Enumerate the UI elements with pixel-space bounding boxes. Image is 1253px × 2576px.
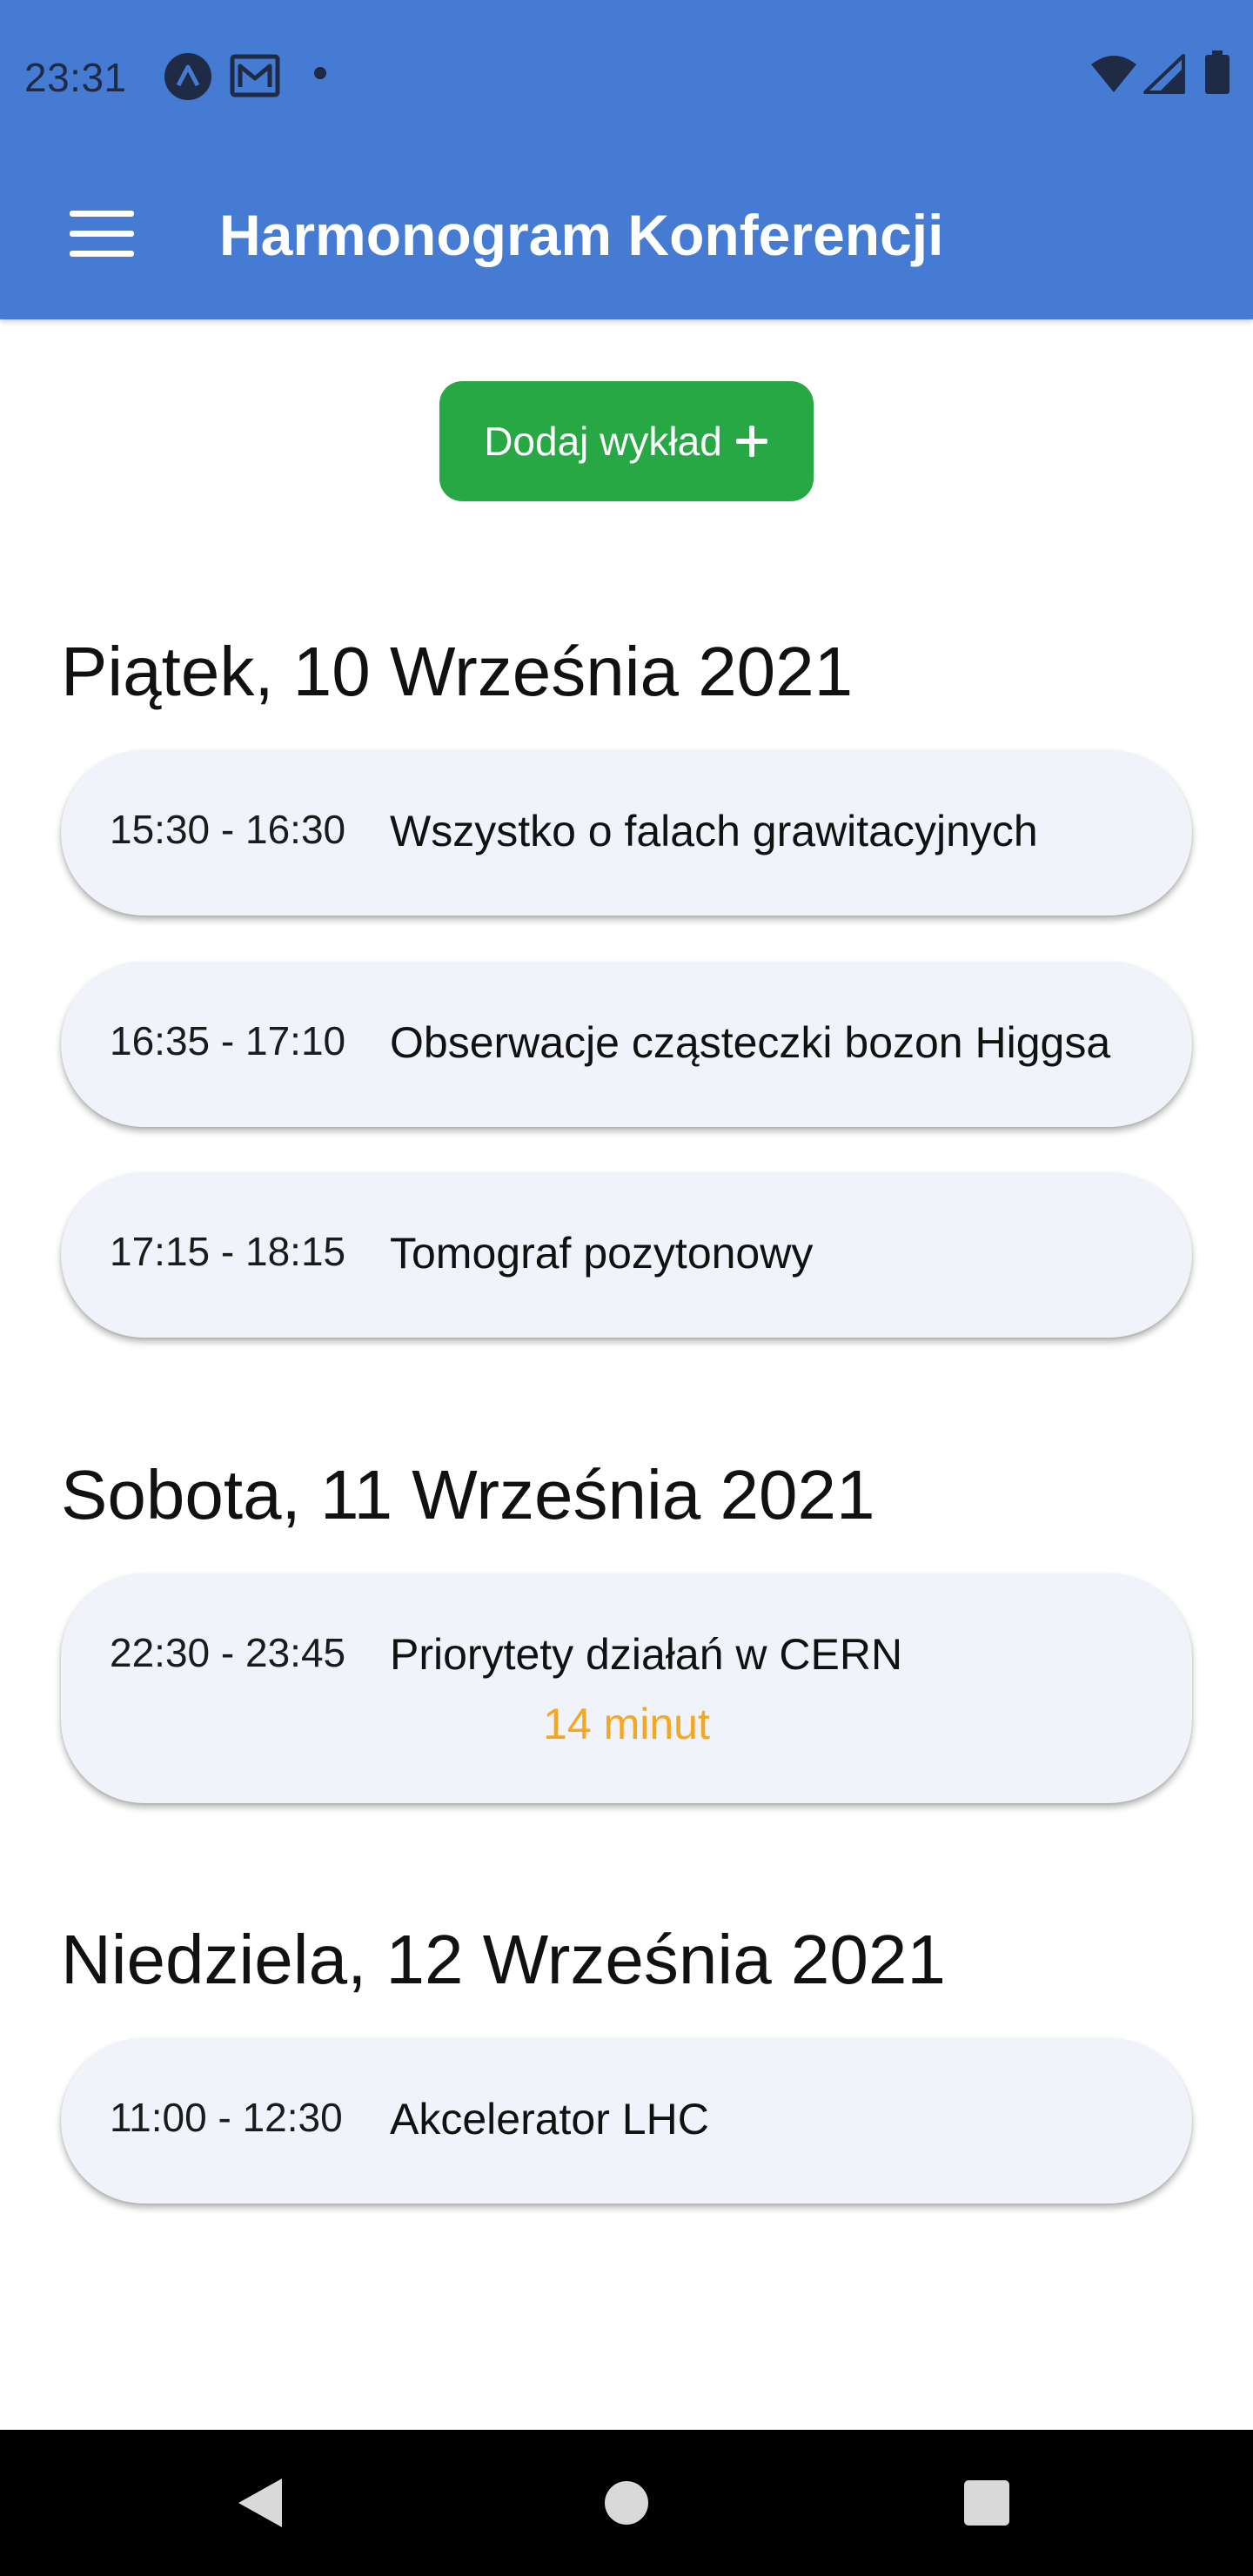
day-heading: Piątek, 10 Września 2021 bbox=[61, 633, 854, 710]
add-talk-button[interactable]: Dodaj wykład bbox=[439, 381, 814, 501]
app-title: Harmonogram Konferencji bbox=[219, 203, 944, 267]
status-time: 23:31 bbox=[24, 55, 127, 100]
home-circle-icon[interactable] bbox=[595, 2472, 658, 2534]
talk-card[interactable]: 11:00 - 12:30 Akcelerator LHC bbox=[61, 2038, 1192, 2204]
talk-countdown: 14 minut bbox=[543, 1700, 710, 1748]
status-bar: 23:31 bbox=[0, 0, 1253, 148]
talk-time: 16:35 - 17:10 bbox=[110, 1018, 346, 1063]
hamburger-menu-icon[interactable] bbox=[63, 205, 141, 263]
wifi-icon bbox=[1091, 56, 1136, 92]
day-heading: Sobota, 11 Września 2021 bbox=[61, 1456, 875, 1533]
app-bar: Harmonogram Konferencji bbox=[0, 148, 1253, 319]
app-screen: 23:31 Harmonogram Konferencji Dodaj wykł… bbox=[0, 0, 1253, 2576]
navigation-bar bbox=[0, 2430, 1253, 2576]
talk-time: 11:00 - 12:30 bbox=[110, 2095, 343, 2140]
signal-icon bbox=[1143, 54, 1185, 94]
talk-time: 17:15 - 18:15 bbox=[110, 1229, 346, 1274]
talk-time: 22:30 - 23:45 bbox=[110, 1630, 346, 1675]
recents-square-icon[interactable] bbox=[955, 2472, 1018, 2534]
talk-title: Tomograf pozytonowy bbox=[390, 1229, 814, 1278]
add-talk-label: Dodaj wykład bbox=[484, 419, 722, 464]
talk-card[interactable]: 17:15 - 18:15 Tomograf pozytonowy bbox=[61, 1172, 1192, 1338]
talk-title: Wszystko o falach grawitacyjnych bbox=[390, 807, 1038, 855]
talk-card[interactable]: 15:30 - 16:30 Wszystko o falach grawitac… bbox=[61, 750, 1192, 916]
mail-icon bbox=[230, 54, 280, 97]
day-heading: Niedziela, 12 Września 2021 bbox=[61, 1921, 946, 1998]
talk-card[interactable]: 16:35 - 17:10 Obserwacje cząsteczki bozo… bbox=[61, 962, 1192, 1127]
app-notification-icon bbox=[164, 53, 211, 100]
plus-icon bbox=[735, 426, 767, 457]
talk-time: 15:30 - 16:30 bbox=[110, 807, 346, 852]
talk-title: Obserwacje cząsteczki bozon Higgsa bbox=[390, 1018, 1111, 1067]
back-triangle-icon[interactable] bbox=[230, 2472, 292, 2534]
talk-card[interactable]: 22:30 - 23:45 Priorytety działań w CERN … bbox=[61, 1573, 1192, 1803]
talk-title: Priorytety działań w CERN bbox=[390, 1630, 903, 1679]
battery-icon bbox=[1205, 50, 1230, 94]
dot-icon bbox=[314, 67, 326, 79]
talk-title: Akcelerator LHC bbox=[390, 2095, 709, 2143]
header: 23:31 Harmonogram Konferencji bbox=[0, 0, 1253, 319]
